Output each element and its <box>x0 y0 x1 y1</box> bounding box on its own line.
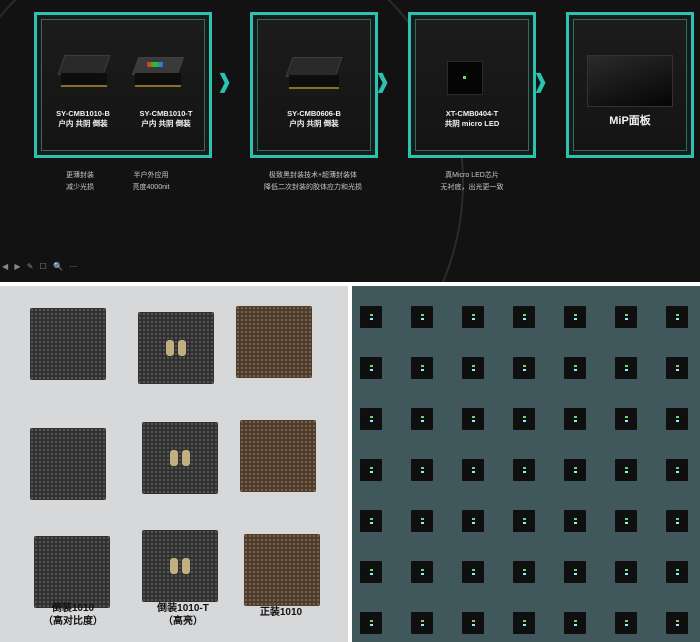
led-chip-cell <box>411 306 433 328</box>
led-chip-cell <box>564 612 586 634</box>
sample-caption: 倒装1010 （高对比度） <box>43 603 103 627</box>
led-chip-cell <box>615 357 637 379</box>
led-chip-cell <box>615 510 637 532</box>
led-chip-cell <box>411 408 433 430</box>
slideshow-toolbar[interactable]: ◀ ▶ ✎ ☐ 🔍 ⋯ <box>2 262 79 271</box>
led-sample <box>142 422 218 494</box>
led-chip-cell <box>513 408 535 430</box>
led-chip-cell <box>666 306 688 328</box>
led-chip-cell <box>513 612 535 634</box>
led-chip-cell <box>564 561 586 583</box>
led-chip-cell <box>462 357 484 379</box>
led-chip-cell <box>411 510 433 532</box>
led-chip-cell <box>666 357 688 379</box>
led-chip-cell <box>615 459 637 481</box>
led-chip-cell <box>360 561 382 583</box>
chip-0404-t-image <box>447 61 483 95</box>
led-sample <box>236 306 312 378</box>
micro-led-array-photo <box>352 286 700 642</box>
product-model: SY-CMB1010-T <box>139 109 193 118</box>
product-card-1010: SY-CMB1010-B 户内 共阴 倒装 SY-CMB1010-T 户内 共阴… <box>34 12 212 158</box>
product-card-mip: MiP面板 <box>566 12 694 158</box>
led-chip-cell <box>564 408 586 430</box>
product-desc: 户内 共阴 倒装 <box>58 119 108 128</box>
chip-1010-t-image <box>131 57 185 89</box>
led-chip-cell <box>360 510 382 532</box>
feature-note: 更薄封装 减少光损 <box>66 172 94 191</box>
led-chip-cell <box>513 561 535 583</box>
product-model: SY-CMB0606-B <box>287 109 341 118</box>
led-chip-cell <box>666 612 688 634</box>
led-chip-cell <box>411 561 433 583</box>
product-model: MiP面板 <box>609 115 651 127</box>
led-chip-cell <box>666 510 688 532</box>
led-samples-photo: 倒装1010 （高对比度） 倒装1010-T （高亮） 正装1010 <box>0 286 348 642</box>
led-chip-cell <box>564 459 586 481</box>
product-desc: 共阴 micro LED <box>444 119 500 128</box>
chevron-right-icon: ❱ <box>532 71 549 93</box>
product-desc: 户内 共阴 倒装 <box>141 119 191 128</box>
led-chip-cell <box>513 459 535 481</box>
led-chip-cell <box>615 408 637 430</box>
led-chip-cell <box>462 459 484 481</box>
led-chip-cell <box>462 510 484 532</box>
led-chip-cell <box>513 510 535 532</box>
led-chip-cell <box>513 357 535 379</box>
product-card-0404: XT-CMB0404-T 共阴 micro LED <box>408 12 536 158</box>
sample-caption: 倒装1010-T （高亮） <box>157 603 209 627</box>
sample-caption: 正装1010 <box>259 607 303 618</box>
led-chip-cell <box>411 357 433 379</box>
chip-1010-b-image <box>57 55 111 89</box>
chevron-right-icon: ❱ <box>374 71 391 93</box>
product-card-0606: SY-CMB0606-B 户内 共阴 倒装 <box>250 12 378 158</box>
led-sample <box>30 308 106 380</box>
product-slide: SY-CMB1010-B 户内 共阴 倒装 SY-CMB1010-T 户内 共阴… <box>0 0 700 282</box>
led-chip-cell <box>360 408 382 430</box>
led-chip-cell <box>615 561 637 583</box>
led-chip-cell <box>462 408 484 430</box>
mip-panel-image <box>587 55 673 107</box>
led-sample <box>138 312 214 384</box>
product-desc: 户内 共阴 倒装 <box>289 119 339 128</box>
led-chip-cell <box>564 357 586 379</box>
led-chip-cell <box>666 561 688 583</box>
feature-note: 真Micro LED芯片 无衬底，出光更一致 <box>440 172 504 191</box>
led-chip-cell <box>564 510 586 532</box>
led-chip-cell <box>360 612 382 634</box>
led-chip-cell <box>411 459 433 481</box>
led-chip-cell <box>462 561 484 583</box>
led-sample <box>30 428 106 500</box>
led-chip-cell <box>564 306 586 328</box>
product-model: XT-CMB0404-T <box>445 109 499 118</box>
feature-note: 半户外应用 亮度4000nit <box>132 172 170 191</box>
led-chip-cell <box>411 612 433 634</box>
led-chip-cell <box>360 459 382 481</box>
feature-note: 极致黑封装技术+超薄封装体 降低二次封装的胶体应力和光损 <box>264 172 362 191</box>
led-sample <box>142 530 218 602</box>
led-chip-cell <box>615 306 637 328</box>
led-chip-cell <box>360 357 382 379</box>
chip-0606-b-image <box>285 57 343 93</box>
led-chip-cell <box>513 306 535 328</box>
led-chip-cell <box>666 459 688 481</box>
product-model: SY-CMB1010-B <box>56 109 110 118</box>
led-chip-cell <box>666 408 688 430</box>
led-chip-cell <box>462 306 484 328</box>
led-chip-cell <box>462 612 484 634</box>
chevron-right-icon: ❱ <box>216 71 233 93</box>
led-sample <box>34 536 110 608</box>
led-sample <box>244 534 320 606</box>
led-sample <box>240 420 316 492</box>
led-chip-cell <box>360 306 382 328</box>
led-chip-cell <box>615 612 637 634</box>
